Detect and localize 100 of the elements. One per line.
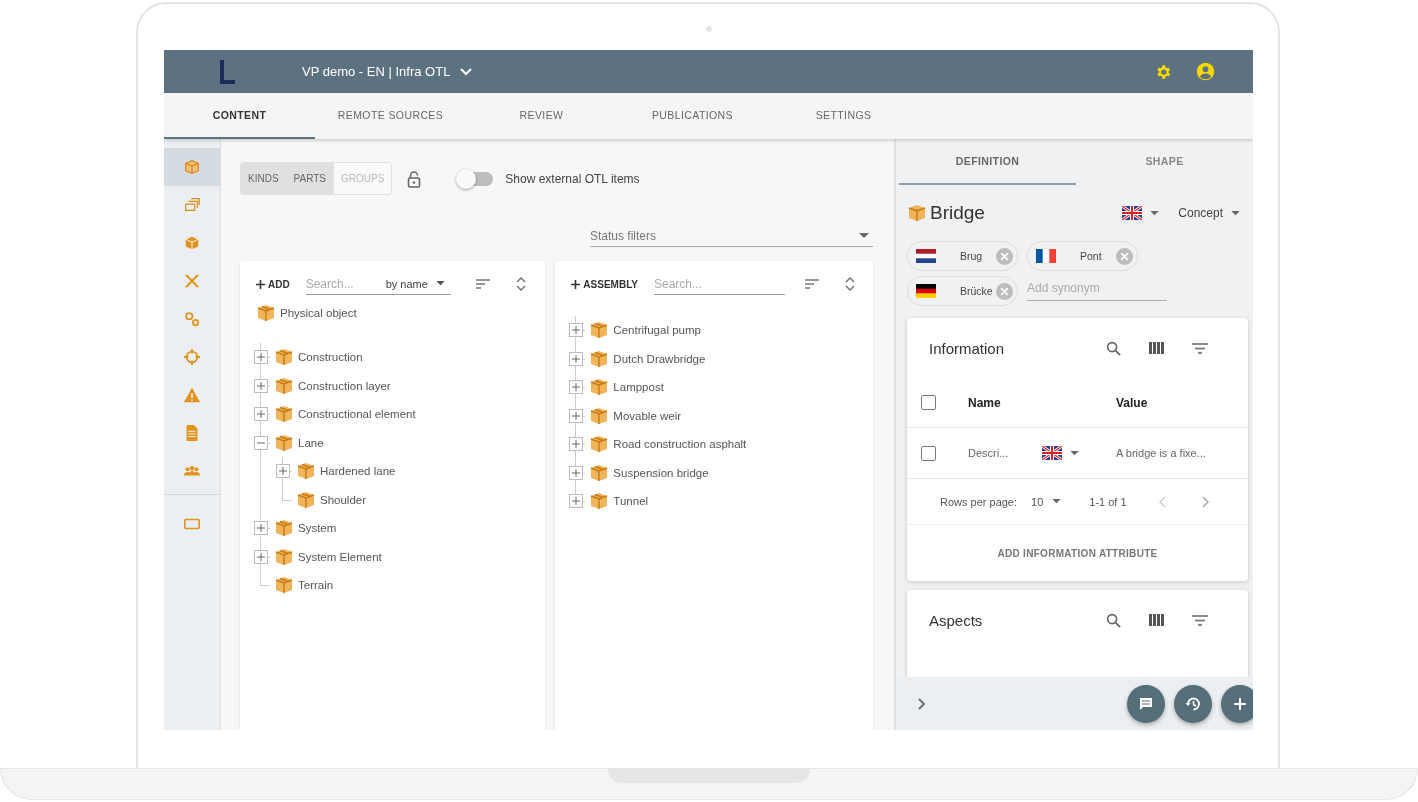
tree-item[interactable]: Lamppost	[613, 381, 664, 394]
comment-button[interactable]	[1127, 684, 1165, 723]
search-icon[interactable]	[1106, 340, 1121, 356]
flag-icon	[1036, 249, 1056, 263]
expander-icon[interactable]	[254, 350, 268, 365]
expander-icon[interactable]	[276, 464, 290, 479]
type-select[interactable]: Concept	[1178, 206, 1240, 220]
account-icon[interactable]	[1196, 62, 1215, 81]
checkbox[interactable]	[921, 445, 936, 461]
search-icon[interactable]	[1106, 612, 1121, 628]
caret-icon	[859, 233, 869, 239]
expander-icon[interactable]	[569, 323, 584, 338]
tree-item[interactable]: Physical object	[280, 307, 357, 319]
cube-icon	[274, 375, 294, 396]
tree-item[interactable]: Constructional element	[298, 408, 416, 421]
tree-item[interactable]: Lane	[298, 436, 324, 449]
expand-collapse-icon[interactable]	[845, 277, 855, 291]
tree-item[interactable]: System	[298, 522, 337, 535]
tree-item[interactable]: Terrain	[298, 579, 334, 592]
tree-item[interactable]: Construction	[298, 351, 363, 364]
filter-icon[interactable]	[1192, 614, 1208, 626]
checkbox[interactable]	[921, 395, 936, 410]
card-title: Information	[929, 339, 1005, 357]
toggle-switch[interactable]	[459, 171, 494, 186]
lock-icon[interactable]	[407, 169, 422, 188]
tree-item[interactable]: Construction layer	[298, 379, 391, 392]
expander-icon[interactable]	[569, 437, 584, 452]
search-field[interactable]: Search...	[305, 273, 386, 295]
remove-icon[interactable]	[1116, 247, 1133, 265]
expander-icon[interactable]	[254, 435, 268, 450]
nav-tab[interactable]: REVIEW	[466, 93, 617, 139]
cube-icon	[589, 348, 610, 369]
cube-icon	[274, 404, 294, 425]
expander-icon[interactable]	[254, 378, 268, 393]
tree-item[interactable]: Dutch Drawbridge	[613, 352, 706, 365]
project-selector[interactable]: VP demo - EN | Infra OTL	[302, 64, 451, 79]
history-button[interactable]	[1174, 684, 1212, 723]
column-header: Name	[968, 395, 1002, 410]
tree-item[interactable]: Movable weir	[613, 409, 682, 422]
cube-icon	[274, 546, 294, 567]
expander-icon[interactable]	[254, 521, 268, 536]
flag-icon	[916, 249, 936, 263]
tree-item[interactable]: System Element	[298, 550, 382, 563]
expander-icon[interactable]	[569, 408, 584, 423]
search-field[interactable]: Search...	[654, 273, 785, 295]
nav-tab[interactable]: REMOTE SOURCES	[315, 93, 466, 139]
cube-icon	[296, 461, 316, 482]
filter-icon[interactable]	[1192, 342, 1208, 354]
nav-tab[interactable]: PUBLICATIONS	[617, 93, 768, 139]
caret-icon	[1231, 210, 1240, 216]
tree-item[interactable]: Tunnel	[613, 495, 649, 508]
expand-collapse-icon[interactable]	[515, 277, 526, 291]
view-toggle-button[interactable]: PARTS	[285, 163, 333, 194]
rows-per-page-select[interactable]: 10	[1031, 495, 1062, 508]
previous-page-icon[interactable]	[1158, 495, 1167, 508]
chevron-right-icon[interactable]	[917, 697, 925, 710]
tree-item[interactable]: Hardened lane	[320, 465, 396, 478]
plus-icon	[256, 279, 265, 289]
expander-icon[interactable]	[254, 549, 268, 564]
cube-nav-icon[interactable]	[164, 148, 220, 186]
sort-by-select[interactable]: by name	[385, 273, 451, 295]
status-filter-select[interactable]: Status filters	[590, 226, 873, 247]
language-select[interactable]	[1122, 206, 1160, 220]
synonym-input[interactable]: Add synonym	[1027, 276, 1167, 301]
tree-item[interactable]: Suspension bridge	[613, 466, 709, 479]
logo-icon	[218, 58, 236, 85]
expander-icon[interactable]	[569, 465, 584, 480]
comment-icon	[1139, 696, 1153, 711]
cube-icon	[907, 203, 927, 223]
remove-icon[interactable]	[996, 282, 1013, 300]
add-button[interactable]: ADD	[256, 278, 294, 290]
sort-icon[interactable]	[805, 279, 819, 289]
tree-item[interactable]: Centrifugal pump	[613, 324, 701, 337]
tree-item[interactable]: Shoulder	[320, 493, 367, 506]
flag-icon	[1122, 206, 1143, 220]
columns-icon[interactable]	[1149, 342, 1164, 354]
table-cell: A bridge is a fixe...	[1116, 447, 1206, 459]
expander-icon[interactable]	[254, 407, 268, 422]
add-attribute-button[interactable]: ADD INFORMATION ATTRIBUTE	[991, 546, 1164, 560]
expander-icon[interactable]	[569, 380, 584, 395]
detail-tab[interactable]: DEFINITION	[899, 139, 1076, 185]
tree-item[interactable]: Road construction asphalt	[613, 438, 747, 451]
nav-tab[interactable]: SETTINGS	[768, 93, 919, 139]
columns-icon[interactable]	[1149, 614, 1164, 626]
next-page-icon[interactable]	[1200, 495, 1209, 508]
remove-icon[interactable]	[996, 247, 1013, 265]
add-button[interactable]	[1221, 684, 1253, 723]
cube-icon	[589, 434, 610, 455]
cube-icon	[589, 462, 610, 483]
rows-per-page-label: Rows per page:	[940, 495, 1018, 508]
cube-icon	[589, 377, 610, 398]
expander-icon[interactable]	[569, 494, 584, 509]
flag-icon	[916, 284, 936, 298]
view-toggle-button[interactable]: KINDS	[241, 163, 286, 194]
add-assembly-button[interactable]: ASSEMBLY	[571, 278, 642, 290]
sort-icon[interactable]	[475, 279, 490, 289]
chevron-down-icon[interactable]	[460, 67, 473, 76]
expander-icon[interactable]	[569, 351, 584, 366]
flag-icon	[1042, 446, 1062, 460]
cube-icon	[589, 491, 610, 512]
